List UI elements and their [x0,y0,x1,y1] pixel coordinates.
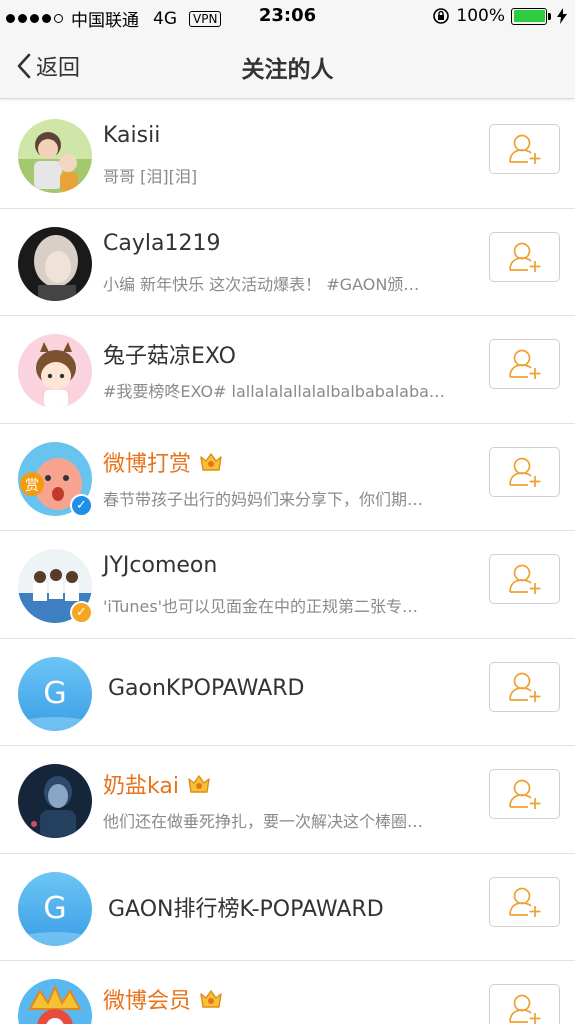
user-name[interactable]: GaonKPOPAWARD [108,676,304,701]
user-description: 他们还在做垂死挣扎，要一次解决这个棒圈… [103,812,424,831]
follow-button[interactable] [489,554,560,604]
list-item[interactable]: ✓ JYJcomeon 'iTunes'也可以见面金在中的正规第二张专… [0,531,575,639]
user-name[interactable]: 兔子菇凉EXO [103,338,236,370]
verified-badge: ✓ [70,493,93,517]
user-name[interactable]: 微博会员 [103,983,223,1015]
user-name[interactable]: JYJcomeon [103,553,217,578]
follow-button[interactable] [489,339,560,389]
list-item[interactable]: 赏 ✓ 微博打赏 春节带孩子出行的妈妈们来分享下，你们期… [0,423,575,531]
battery-percent: 100% [456,6,505,26]
add-user-icon [508,672,540,702]
list-item[interactable]: 兔子菇凉EXO #我要榜咚EXO# lallalalallalalbalbaba… [0,316,575,424]
add-user-icon [508,994,540,1024]
user-description: 小编 新年快乐 这次活动爆表！ #GAON颁… [103,274,420,294]
user-description: 春节带孩子出行的妈妈们来分享下，你们期… [103,489,424,509]
follow-button[interactable] [489,231,560,282]
follow-button[interactable] [489,769,560,819]
list-item[interactable]: G GAON排行榜K-POPAWARD [0,853,575,961]
user-name[interactable]: GAON排行榜K-POPAWARD [108,891,384,923]
user-name[interactable]: 微博打赏 [103,446,223,478]
svg-text:赏: 赏 [25,478,39,494]
follow-button[interactable] [489,446,560,497]
avatar[interactable] [18,226,92,301]
list-item[interactable]: 微博会员 [0,961,575,1024]
avatar[interactable]: G [18,871,92,946]
user-name[interactable]: Kaisii [103,123,160,148]
follow-button[interactable] [489,124,560,174]
verified-badge: ✓ [70,601,93,624]
list-item[interactable]: Cayla1219 小编 新年快乐 这次活动爆表！ #GAON颁… [0,208,575,316]
battery-icon [511,7,551,25]
crown-icon [188,775,210,793]
avatar[interactable]: G [18,656,92,731]
following-list: Kaisii 哥哥 [泪][泪] Cayla1219 小编 新年快乐 这次活动爆… [0,101,575,1024]
navigation-bar: 返回 关注的人 [0,32,575,99]
status-right: 100% [432,6,567,26]
avatar[interactable] [18,979,92,1024]
list-item[interactable]: 奶盐kai 他们还在做垂死挣扎，要一次解决这个棒圈… [0,746,575,854]
avatar[interactable] [18,764,92,838]
crown-icon [200,452,222,471]
orientation-lock-icon [433,8,450,24]
user-description: #我要榜咚EXO# lallalalallalalbalbabalaba… [103,382,445,401]
user-description: 'iTunes'也可以见面金在中的正规第二张专… [103,597,419,616]
status-bar: 中国联通 4G VPN 23:06 100% [0,0,575,32]
add-user-icon [508,564,540,594]
add-user-icon [508,134,540,164]
avatar-letter: G [43,891,66,926]
charging-icon [557,8,567,24]
follow-button[interactable] [489,661,560,712]
avatar-letter: G [43,676,66,711]
user-name[interactable]: 奶盐kai [103,768,211,800]
add-user-icon [508,457,540,487]
avatar[interactable] [18,334,92,408]
add-user-icon [508,349,540,379]
crown-icon [200,990,222,1008]
user-description: 哥哥 [泪][泪] [103,167,198,186]
page-title: 关注的人 [241,57,334,83]
add-user-icon [508,779,540,809]
user-name[interactable]: Cayla1219 [103,231,220,256]
list-item[interactable]: G GaonKPOPAWARD [0,638,575,746]
avatar[interactable] [18,119,92,193]
follow-button[interactable] [489,876,560,927]
add-user-icon [508,242,540,272]
add-user-icon [508,887,540,917]
follow-button[interactable] [489,984,560,1024]
list-item[interactable]: Kaisii 哥哥 [泪][泪] [0,101,575,209]
